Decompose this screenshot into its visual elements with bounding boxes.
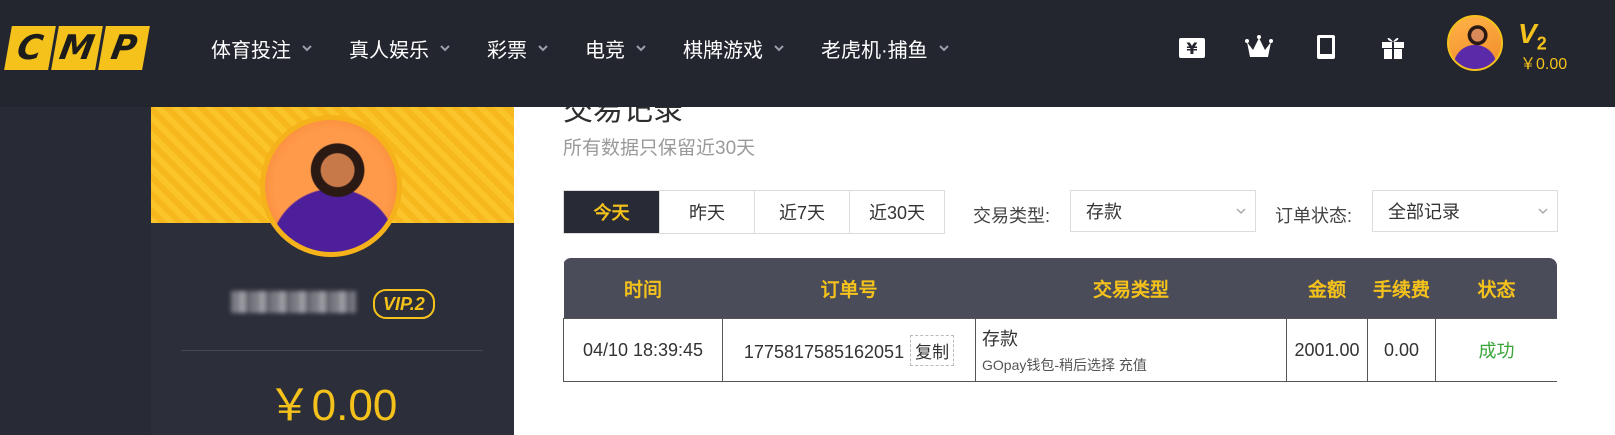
column-header-amount: 金额 [1286, 258, 1368, 319]
nav-item-lottery[interactable]: 彩票 [487, 34, 549, 62]
nav-item-label: 体育投注 [211, 39, 291, 62]
tab-today[interactable]: 今天 [564, 191, 659, 233]
profile-balance: ￥0.00 [267, 381, 398, 430]
vip-letter: V [1518, 18, 1537, 49]
crown-icon[interactable] [1244, 32, 1274, 62]
tab-7-days[interactable]: 近7天 [754, 191, 849, 233]
cell-time: 04/10 18:39:45 [563, 318, 723, 382]
nav-item-slots-fishing[interactable]: 老虎机·捕鱼 [821, 34, 950, 62]
copy-button[interactable]: 复制 [910, 334, 955, 366]
table-row: 04/10 18:39:45 1775817585162051 复制 存款 GOp… [563, 318, 1557, 382]
nav-item-label: 棋牌游戏 [683, 39, 763, 62]
header-balance: ￥0.00 [1520, 56, 1568, 73]
tab-yesterday[interactable]: 昨天 [659, 191, 754, 233]
transaction-type-label: 交易类型: [973, 206, 1051, 226]
profile-card: VIP.2 ￥0.00 [151, 107, 514, 435]
table-header-row: 时间 订单号 交易类型 金额 手续费 状态 [563, 258, 1557, 319]
chevron-down-icon [1538, 208, 1548, 215]
nav-item-label: 电竞 [585, 39, 625, 62]
date-tabs: 今天 昨天 近7天 近30天 [563, 190, 945, 234]
nav-item-esports[interactable]: 电竞 [585, 34, 647, 62]
transaction-type-select[interactable]: 存款 [1070, 190, 1256, 232]
tab-30-days[interactable]: 近30天 [849, 191, 944, 233]
type-detail: GOpay钱包-稍后选择 充值 [982, 357, 1147, 373]
cell-fee: 0.00 [1367, 318, 1436, 382]
logo-letter: P [98, 26, 150, 70]
chevron-down-icon [774, 45, 784, 52]
logo[interactable]: C M P [4, 26, 150, 70]
divider [181, 350, 483, 351]
profile-avatar[interactable] [260, 115, 402, 257]
order-status-select[interactable]: 全部记录 [1372, 190, 1558, 232]
top-navbar: C M P 体育投注 真人娱乐 彩票 电竞 棋牌游戏 老虎机·捕鱼 ¥ V2 ￥… [0, 0, 1615, 107]
gift-icon[interactable] [1378, 32, 1408, 62]
chevron-down-icon [1236, 208, 1246, 215]
cell-order-no: 1775817585162051 复制 [722, 318, 976, 382]
nav-item-live-casino[interactable]: 真人娱乐 [349, 34, 451, 62]
transactions-table: 时间 订单号 交易类型 金额 手续费 状态 04/10 18:39:45 177… [563, 258, 1557, 382]
order-status-label: 订单状态: [1275, 206, 1353, 226]
order-number: 1775817585162051 [743, 341, 905, 362]
nav-item-card-games[interactable]: 棋牌游戏 [683, 34, 785, 62]
page-subtitle: 所有数据只保留近30天 [563, 138, 756, 159]
chevron-down-icon [302, 45, 312, 52]
chevron-down-icon [636, 45, 646, 52]
cell-amount: 2001.00 [1286, 318, 1368, 382]
order-status-value: 全部记录 [1388, 202, 1460, 222]
type-main: 存款 [982, 329, 1018, 349]
nav-item-label: 老虎机·捕鱼 [821, 39, 928, 62]
column-header-fee: 手续费 [1367, 258, 1436, 319]
column-header-order-no: 订单号 [722, 258, 976, 319]
nav-item-label: 真人娱乐 [349, 39, 429, 62]
vip-badge: VIP.2 [373, 289, 435, 319]
column-header-time: 时间 [563, 258, 723, 319]
tablet-icon[interactable] [1311, 32, 1341, 62]
chevron-down-icon [938, 45, 949, 52]
nav-item-label: 彩票 [487, 39, 527, 62]
page-title: 交易记录 [563, 107, 683, 127]
logo-letter: C [4, 26, 56, 70]
chevron-down-icon [440, 45, 450, 52]
chevron-down-icon [538, 45, 548, 52]
svg-text:¥: ¥ [1186, 39, 1197, 58]
transaction-type-value: 存款 [1086, 202, 1122, 222]
avatar[interactable] [1447, 15, 1503, 71]
nav-item-sports[interactable]: 体育投注 [211, 34, 313, 62]
main-nav: 体育投注 真人娱乐 彩票 电竞 棋牌游戏 老虎机·捕鱼 [211, 34, 986, 62]
column-header-type: 交易类型 [975, 258, 1287, 319]
logo-letter: M [51, 26, 103, 70]
username-blurred [231, 291, 356, 313]
main-panel: 交易记录 所有数据只保留近30天 今天 昨天 近7天 近30天 交易类型: 存款… [514, 107, 1615, 435]
yen-icon[interactable]: ¥ [1177, 32, 1207, 62]
cell-type: 存款 GOpay钱包-稍后选择 充值 [975, 318, 1287, 382]
cell-status: 成功 [1435, 318, 1557, 382]
column-header-status: 状态 [1435, 258, 1557, 319]
